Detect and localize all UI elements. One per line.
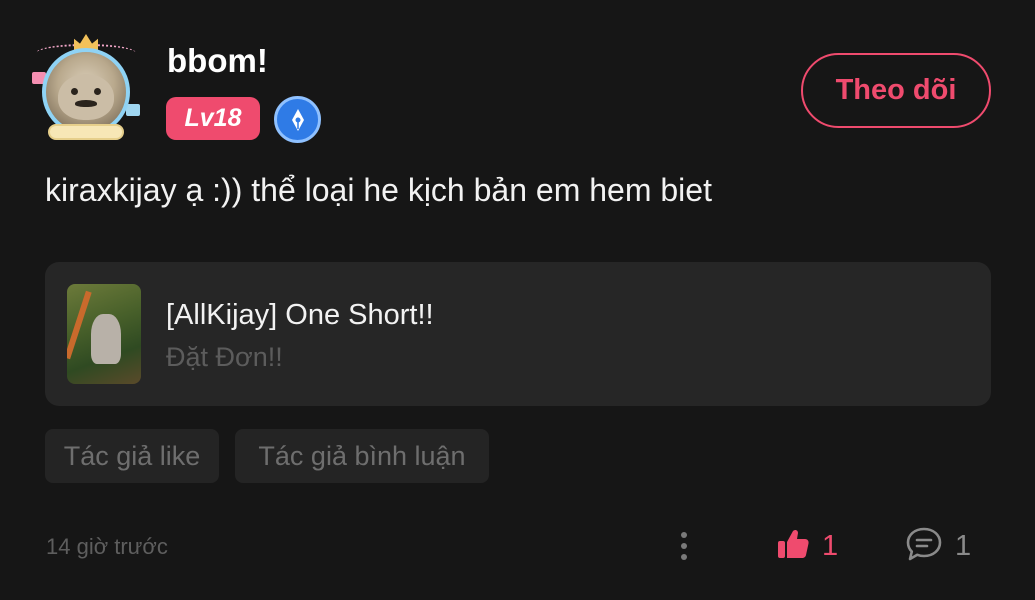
follow-button[interactable]: Theo dõi: [801, 53, 991, 128]
like-button[interactable]: 1: [776, 526, 838, 566]
tag-author-comment: Tác giả bình luận: [235, 429, 489, 483]
like-count: 1: [822, 529, 839, 562]
story-title: [AllKijay] One Short!!: [166, 299, 434, 331]
pen-badge-icon: [274, 96, 321, 143]
thumbs-up-icon: [776, 527, 810, 566]
username[interactable]: bbom!: [167, 42, 268, 80]
gift-icon: [126, 104, 140, 116]
avatar[interactable]: [30, 34, 142, 146]
tag-author-like: Tác giả like: [45, 429, 219, 483]
avatar-frame-ribbon: [48, 124, 124, 140]
comment-bubble-icon: [905, 526, 943, 567]
comment-post: bbom! Lv18 Theo dõi kiraxkijay ạ :)) thể…: [0, 0, 1035, 600]
story-card[interactable]: [AllKijay] One Short!! Đặt Đơn!!: [45, 262, 991, 406]
more-vertical-icon[interactable]: [670, 528, 698, 564]
comment-text: kiraxkijay ạ :)) thể loại he kịch bản em…: [45, 172, 712, 208]
story-cover-image: [67, 284, 141, 384]
cat-face: [58, 73, 114, 120]
timestamp: 14 giờ trước: [46, 534, 168, 559]
story-subtitle: Đặt Đơn!!: [166, 342, 283, 372]
level-badge: Lv18: [166, 97, 260, 140]
comment-count: 1: [955, 529, 972, 562]
comment-button[interactable]: 1: [905, 526, 971, 566]
avatar-image: [42, 48, 130, 136]
